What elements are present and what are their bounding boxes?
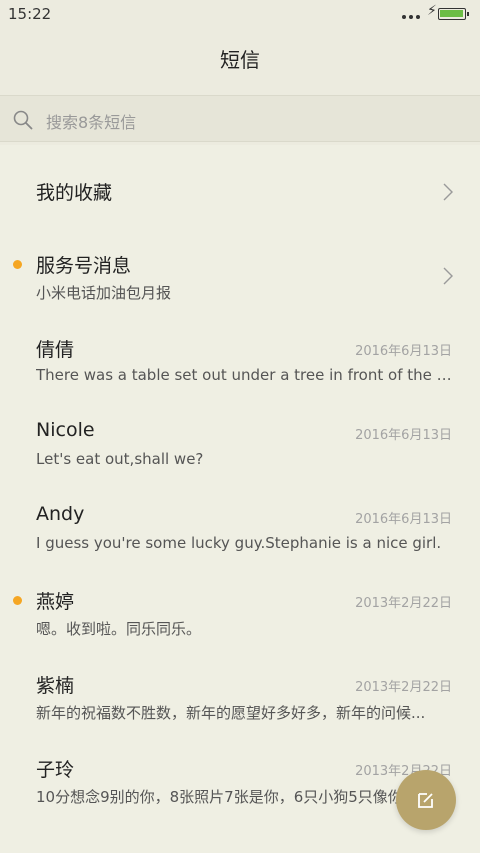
conversation-item[interactable]: Andy 2016年6月13日 I guess you're some luck… xyxy=(0,486,480,570)
message-date: 2013年2月22日 xyxy=(355,680,452,695)
message-preview: 新年的祝福数不胜数，新年的愿望好多好多，新年的问候... xyxy=(36,704,426,722)
charging-icon: ⚡ xyxy=(427,3,437,19)
unread-dot xyxy=(13,260,22,269)
top-area: 15:22 ⚡ 短信 搜索8条短信 xyxy=(0,0,480,145)
battery-level xyxy=(440,10,463,17)
message-date: 2016年6月13日 xyxy=(355,428,452,443)
service-messages-item[interactable]: 服务号消息 小米电话加油包月报 xyxy=(0,234,480,318)
contact-name: 紫楠 xyxy=(36,675,75,697)
page-title: 短信 xyxy=(220,48,260,72)
message-preview: 嗯。收到啦。同乐同乐。 xyxy=(36,620,202,638)
service-messages-subtitle: 小米电话加油包月报 xyxy=(36,284,172,302)
contact-name: 燕婷 xyxy=(36,591,75,613)
battery-icon xyxy=(438,8,469,20)
signal-dots-icon xyxy=(402,15,422,19)
compose-button[interactable] xyxy=(396,770,456,830)
message-preview: 10分想念9别的你，8张照片7张是你，6只小狗5只像你 xyxy=(36,788,403,806)
contact-name: Nicole xyxy=(36,419,95,441)
message-date: 2016年6月13日 xyxy=(355,512,452,527)
chevron-right-icon xyxy=(443,183,453,201)
contact-name: Andy xyxy=(36,503,85,525)
search-placeholder: 搜索8条短信 xyxy=(46,113,137,132)
message-preview: There was a table set out under a tree i… xyxy=(36,366,456,384)
message-date: 2016年6月13日 xyxy=(355,344,452,359)
message-preview: Let's eat out,shall we? xyxy=(36,450,204,468)
status-icons: ⚡ xyxy=(392,3,472,23)
search-icon xyxy=(13,110,33,130)
message-preview: I guess you're some lucky guy.Stephanie … xyxy=(36,534,442,552)
status-bar: 15:22 ⚡ xyxy=(0,0,480,28)
conversation-item[interactable]: Nicole 2016年6月13日 Let's eat out,shall we… xyxy=(0,402,480,486)
compose-icon xyxy=(418,793,433,808)
contact-name: 子玲 xyxy=(36,759,75,781)
status-time: 15:22 xyxy=(8,5,52,23)
search-bar[interactable]: 搜索8条短信 xyxy=(0,95,480,142)
message-date: 2013年2月22日 xyxy=(355,596,452,611)
conversation-item[interactable]: 燕婷 2013年2月22日 嗯。收到啦。同乐同乐。 xyxy=(0,570,480,654)
favorites-title: 我的收藏 xyxy=(36,182,113,204)
contact-name: 倩倩 xyxy=(36,339,75,361)
unread-dot xyxy=(13,596,22,605)
favorites-item[interactable]: 我的收藏 xyxy=(0,150,480,234)
conversation-list: 我的收藏 服务号消息 小米电话加油包月报 倩倩 2016年6月13日 There… xyxy=(0,150,480,822)
conversation-item[interactable]: 倩倩 2016年6月13日 There was a table set out … xyxy=(0,318,480,402)
chevron-right-icon xyxy=(443,267,453,285)
conversation-item[interactable]: 紫楠 2013年2月22日 新年的祝福数不胜数，新年的愿望好多好多，新年的问候.… xyxy=(0,654,480,738)
service-messages-title: 服务号消息 xyxy=(36,255,132,277)
